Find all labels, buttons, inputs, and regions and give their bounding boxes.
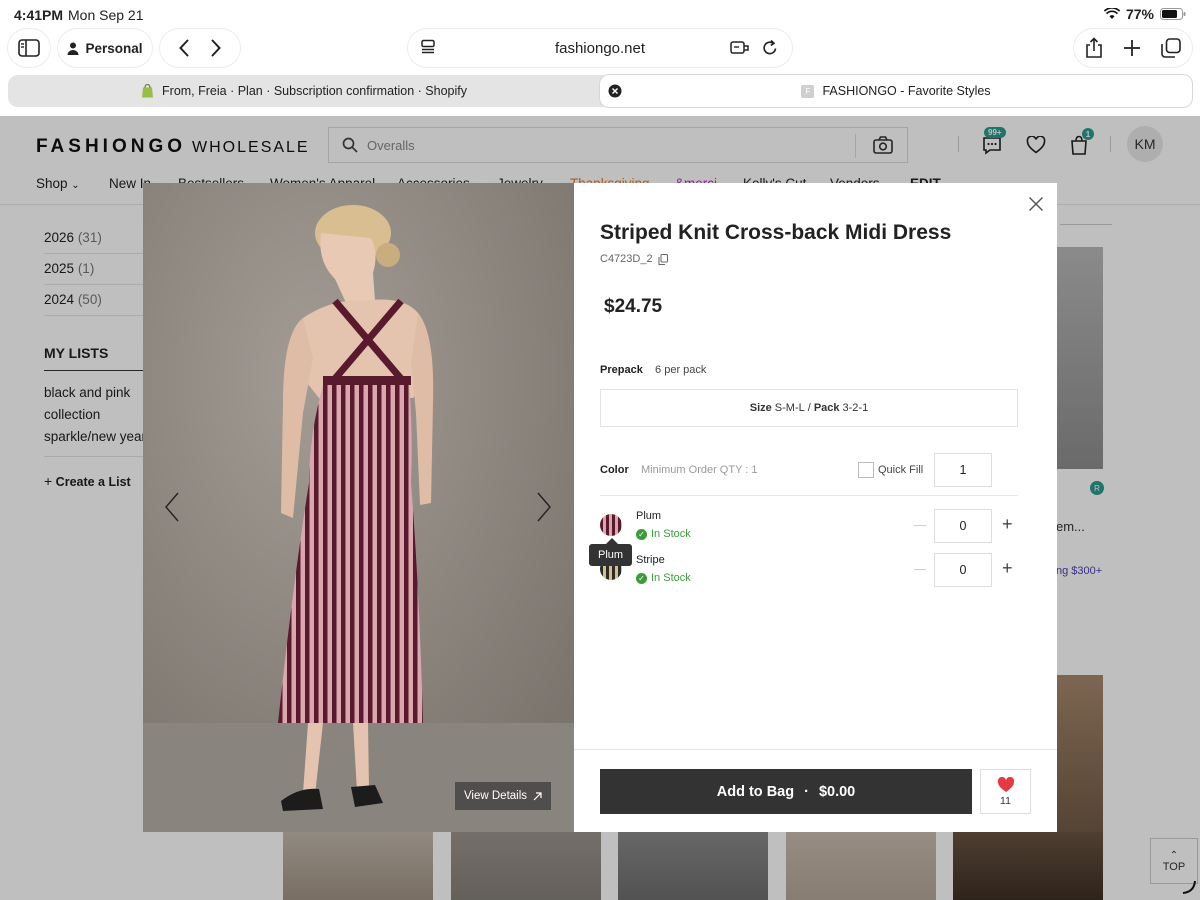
prev-image-button[interactable]	[163, 491, 181, 523]
product-sku: C4723D_2	[600, 253, 668, 265]
tab-fashiongo[interactable]: F FASHIONGO - Favorite Styles	[600, 75, 1192, 107]
prepack-info: Prepack 6 per pack	[600, 364, 707, 376]
person-icon	[67, 42, 79, 55]
model-illustration	[143, 183, 574, 832]
copy-icon[interactable]	[658, 253, 668, 265]
page-menu-icon[interactable]	[420, 39, 436, 55]
tab-bar: From, Freia · Plan · Subscription confir…	[8, 75, 1192, 107]
product-price: $24.75	[604, 296, 663, 317]
address-bar[interactable]: fashiongo.net	[408, 29, 792, 67]
close-icon	[1029, 197, 1043, 211]
chevron-right-icon	[537, 492, 551, 522]
checkbox[interactable]	[858, 462, 874, 478]
swatch-plum[interactable]	[600, 514, 622, 536]
battery-icon	[1160, 8, 1186, 20]
product-title: Striped Knit Cross-back Midi Dress	[600, 221, 952, 244]
heart-filled-icon	[997, 776, 1014, 792]
profile-button[interactable]: Personal	[58, 29, 152, 67]
check-icon: ✓	[636, 528, 647, 540]
quick-fill-checkbox[interactable]: Quick Fill	[858, 462, 923, 478]
plus-icon	[1124, 40, 1140, 56]
tab-label: From, Freia · Plan · Subscription confir…	[162, 84, 467, 98]
check-icon: ✓	[636, 572, 647, 584]
status-date: Mon Sep 21	[68, 7, 144, 23]
stock-status: ✓ In Stock	[636, 572, 691, 584]
tabs-icon	[1161, 38, 1181, 58]
color-header: Color Minimum Order QTY : 1	[600, 464, 758, 476]
forward-button[interactable]	[211, 39, 221, 57]
increase-qty-button[interactable]: +	[1002, 515, 1013, 533]
sidebar-toggle-button[interactable]	[8, 29, 50, 67]
chevron-left-icon	[165, 492, 179, 522]
quick-fill-qty-input[interactable]: 1	[934, 453, 992, 487]
variant-name: Stripe	[636, 554, 665, 566]
decrease-qty-button[interactable]	[914, 525, 926, 526]
tab-shopify[interactable]: From, Freia · Plan · Subscription confir…	[8, 75, 600, 107]
next-image-button[interactable]	[535, 491, 553, 523]
add-to-bag-button[interactable]: Add to Bag · $0.00	[600, 769, 972, 814]
close-circle-icon	[608, 84, 622, 98]
close-tab-button[interactable]	[608, 84, 622, 98]
view-details-button[interactable]: View Details	[455, 782, 551, 810]
wifi-icon	[1103, 8, 1120, 20]
status-right: 77%	[1103, 6, 1186, 22]
favorite-count: 11	[1000, 794, 1011, 807]
tab-label: FASHIONGO - Favorite Styles	[822, 84, 991, 98]
shopify-icon	[141, 84, 154, 98]
sidebar-icon	[18, 39, 40, 57]
toolbar-right	[1074, 29, 1192, 67]
stock-status: ✓ In Stock	[636, 528, 691, 540]
quick-view-modal: View Details Striped Knit Cross-back Mid…	[143, 183, 1057, 832]
variant-name: Plum	[636, 510, 662, 522]
divider	[600, 495, 1018, 496]
qty-input-stripe[interactable]: 0	[934, 553, 992, 587]
qty-input-plum[interactable]: 0	[934, 509, 992, 543]
share-icon	[1086, 37, 1102, 58]
chevron-right-icon	[211, 39, 221, 57]
external-arrow-icon	[533, 791, 542, 800]
profile-label: Personal	[85, 40, 143, 56]
tab-overview-button[interactable]	[1161, 38, 1181, 58]
tooltip-arrow	[606, 538, 618, 544]
battery-percent: 77%	[1125, 6, 1154, 22]
fashiongo-favicon: F	[801, 84, 815, 98]
url-text: fashiongo.net	[554, 39, 646, 57]
reload-icon[interactable]	[762, 39, 778, 56]
status-time: 4:41PM	[14, 7, 64, 23]
swatch-tooltip: Plum	[589, 544, 633, 566]
new-tab-button[interactable]	[1123, 39, 1141, 57]
size-pack-box: Size S-M-L / Pack 3-2-1	[600, 389, 1018, 427]
favorite-button[interactable]: 11	[980, 769, 1031, 814]
increase-qty-button[interactable]: +	[1002, 559, 1013, 577]
divider	[574, 749, 1057, 750]
share-button[interactable]	[1085, 37, 1103, 59]
chevron-left-icon	[179, 39, 189, 57]
nav-buttons	[160, 29, 240, 67]
product-details: Striped Knit Cross-back Midi Dress C4723…	[574, 183, 1057, 832]
back-button[interactable]	[179, 39, 189, 57]
corner-indicator-icon	[1182, 880, 1196, 894]
extension-icon[interactable]	[730, 39, 750, 55]
product-photo[interactable]: View Details	[143, 183, 574, 832]
close-modal-button[interactable]	[1028, 196, 1044, 212]
decrease-qty-button[interactable]	[914, 569, 926, 570]
status-bar: 4:41PM Mon Sep 21 77%	[0, 0, 1200, 28]
